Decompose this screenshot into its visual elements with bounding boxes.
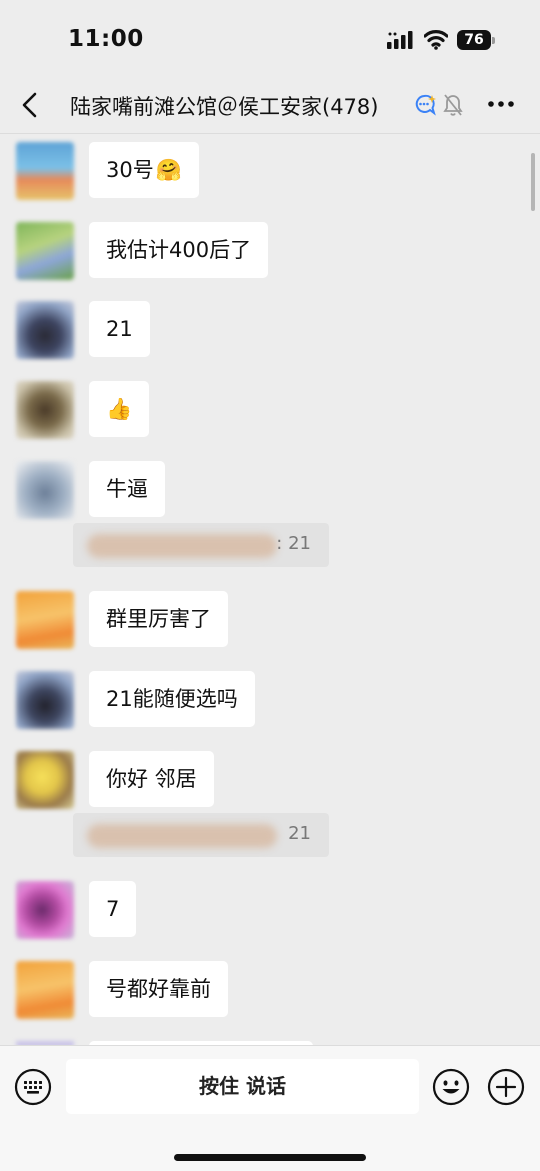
home-indicator[interactable]	[174, 1154, 366, 1161]
keyboard-icon[interactable]	[14, 1068, 52, 1106]
avatar[interactable]	[16, 222, 74, 280]
message-text: 群里厉害了	[106, 607, 211, 631]
message-bubble[interactable]: 21能随便选吗	[89, 671, 255, 727]
quoted-text: 21	[288, 823, 311, 844]
scroll-indicator[interactable]	[531, 153, 535, 211]
avatar[interactable]	[16, 301, 74, 359]
message-bubble[interactable]: 牛逼	[89, 461, 165, 517]
ai-assistant-icon[interactable]	[413, 93, 437, 117]
back-icon[interactable]	[18, 90, 42, 120]
message-emoji: 👍	[106, 397, 133, 421]
quoted-reply[interactable]: : 21	[73, 523, 329, 567]
quoted-text: : 21	[276, 533, 311, 554]
message-text: 我估计400后了	[106, 238, 252, 262]
message-emoji: 🤗	[155, 158, 182, 182]
quoted-reply[interactable]: 21	[73, 813, 329, 857]
emoji-icon[interactable]	[432, 1068, 470, 1106]
message-text: 7	[106, 897, 120, 921]
add-attachment-icon[interactable]	[487, 1068, 525, 1106]
message-text: 牛逼	[106, 477, 148, 501]
wifi-icon	[424, 30, 448, 50]
mute-bell-icon	[443, 94, 463, 116]
redacted-quote-name	[87, 824, 277, 848]
avatar[interactable]	[16, 591, 74, 649]
battery-cap	[492, 37, 495, 44]
avatar[interactable]	[16, 142, 74, 200]
cellular-signal-icon	[387, 31, 413, 49]
chat-title[interactable]: 陆家嘴前滩公馆＠侯工安家(478)	[70, 91, 378, 121]
avatar[interactable]	[16, 961, 74, 1019]
avatar[interactable]	[16, 881, 74, 939]
message-bubble[interactable]: 7	[89, 881, 137, 937]
more-options-icon[interactable]	[487, 100, 515, 108]
avatar[interactable]	[16, 381, 74, 439]
message-text: 你好 邻居	[106, 767, 197, 791]
redacted-quote-name	[87, 534, 277, 558]
chat-screen: 11:00 76 陆家嘴前滩公馆＠侯工安家(478) 30号🤗 我估计400后了…	[0, 0, 540, 1171]
status-time: 11:00	[68, 26, 144, 52]
avatar[interactable]	[16, 671, 74, 729]
battery-level: 76	[457, 30, 491, 50]
message-list[interactable]: 30号🤗 我估计400后了 21 👍 牛逼: 21 群里厉害了 21能随便选吗…	[0, 135, 540, 1045]
message-text: 号都好靠前	[106, 977, 211, 1001]
chat-header: 陆家嘴前滩公馆＠侯工安家(478)	[0, 80, 540, 134]
message-bubble[interactable]: 👍	[89, 381, 150, 437]
message-text: 30号	[106, 158, 154, 182]
message-text: 21	[106, 317, 133, 341]
message-bubble[interactable]: 我估计400后了	[89, 222, 269, 278]
message-text: 21能随便选吗	[106, 687, 238, 711]
message-bubble[interactable]: 号都好靠前	[89, 961, 228, 1017]
message-bubble[interactable]: 30号🤗	[89, 142, 199, 198]
message-bubble[interactable]: 你好 邻居	[89, 751, 214, 807]
status-bar: 11:00 76	[0, 0, 540, 80]
battery-indicator: 76	[457, 30, 495, 50]
hold-to-talk-button[interactable]: 按住 说话	[66, 1059, 419, 1114]
message-bubble[interactable]: 21	[89, 301, 150, 357]
input-bar: 按住 说话	[0, 1045, 540, 1171]
message-bubble[interactable]: 群里厉害了	[89, 591, 228, 647]
avatar[interactable]	[16, 751, 74, 809]
avatar[interactable]	[16, 461, 74, 519]
